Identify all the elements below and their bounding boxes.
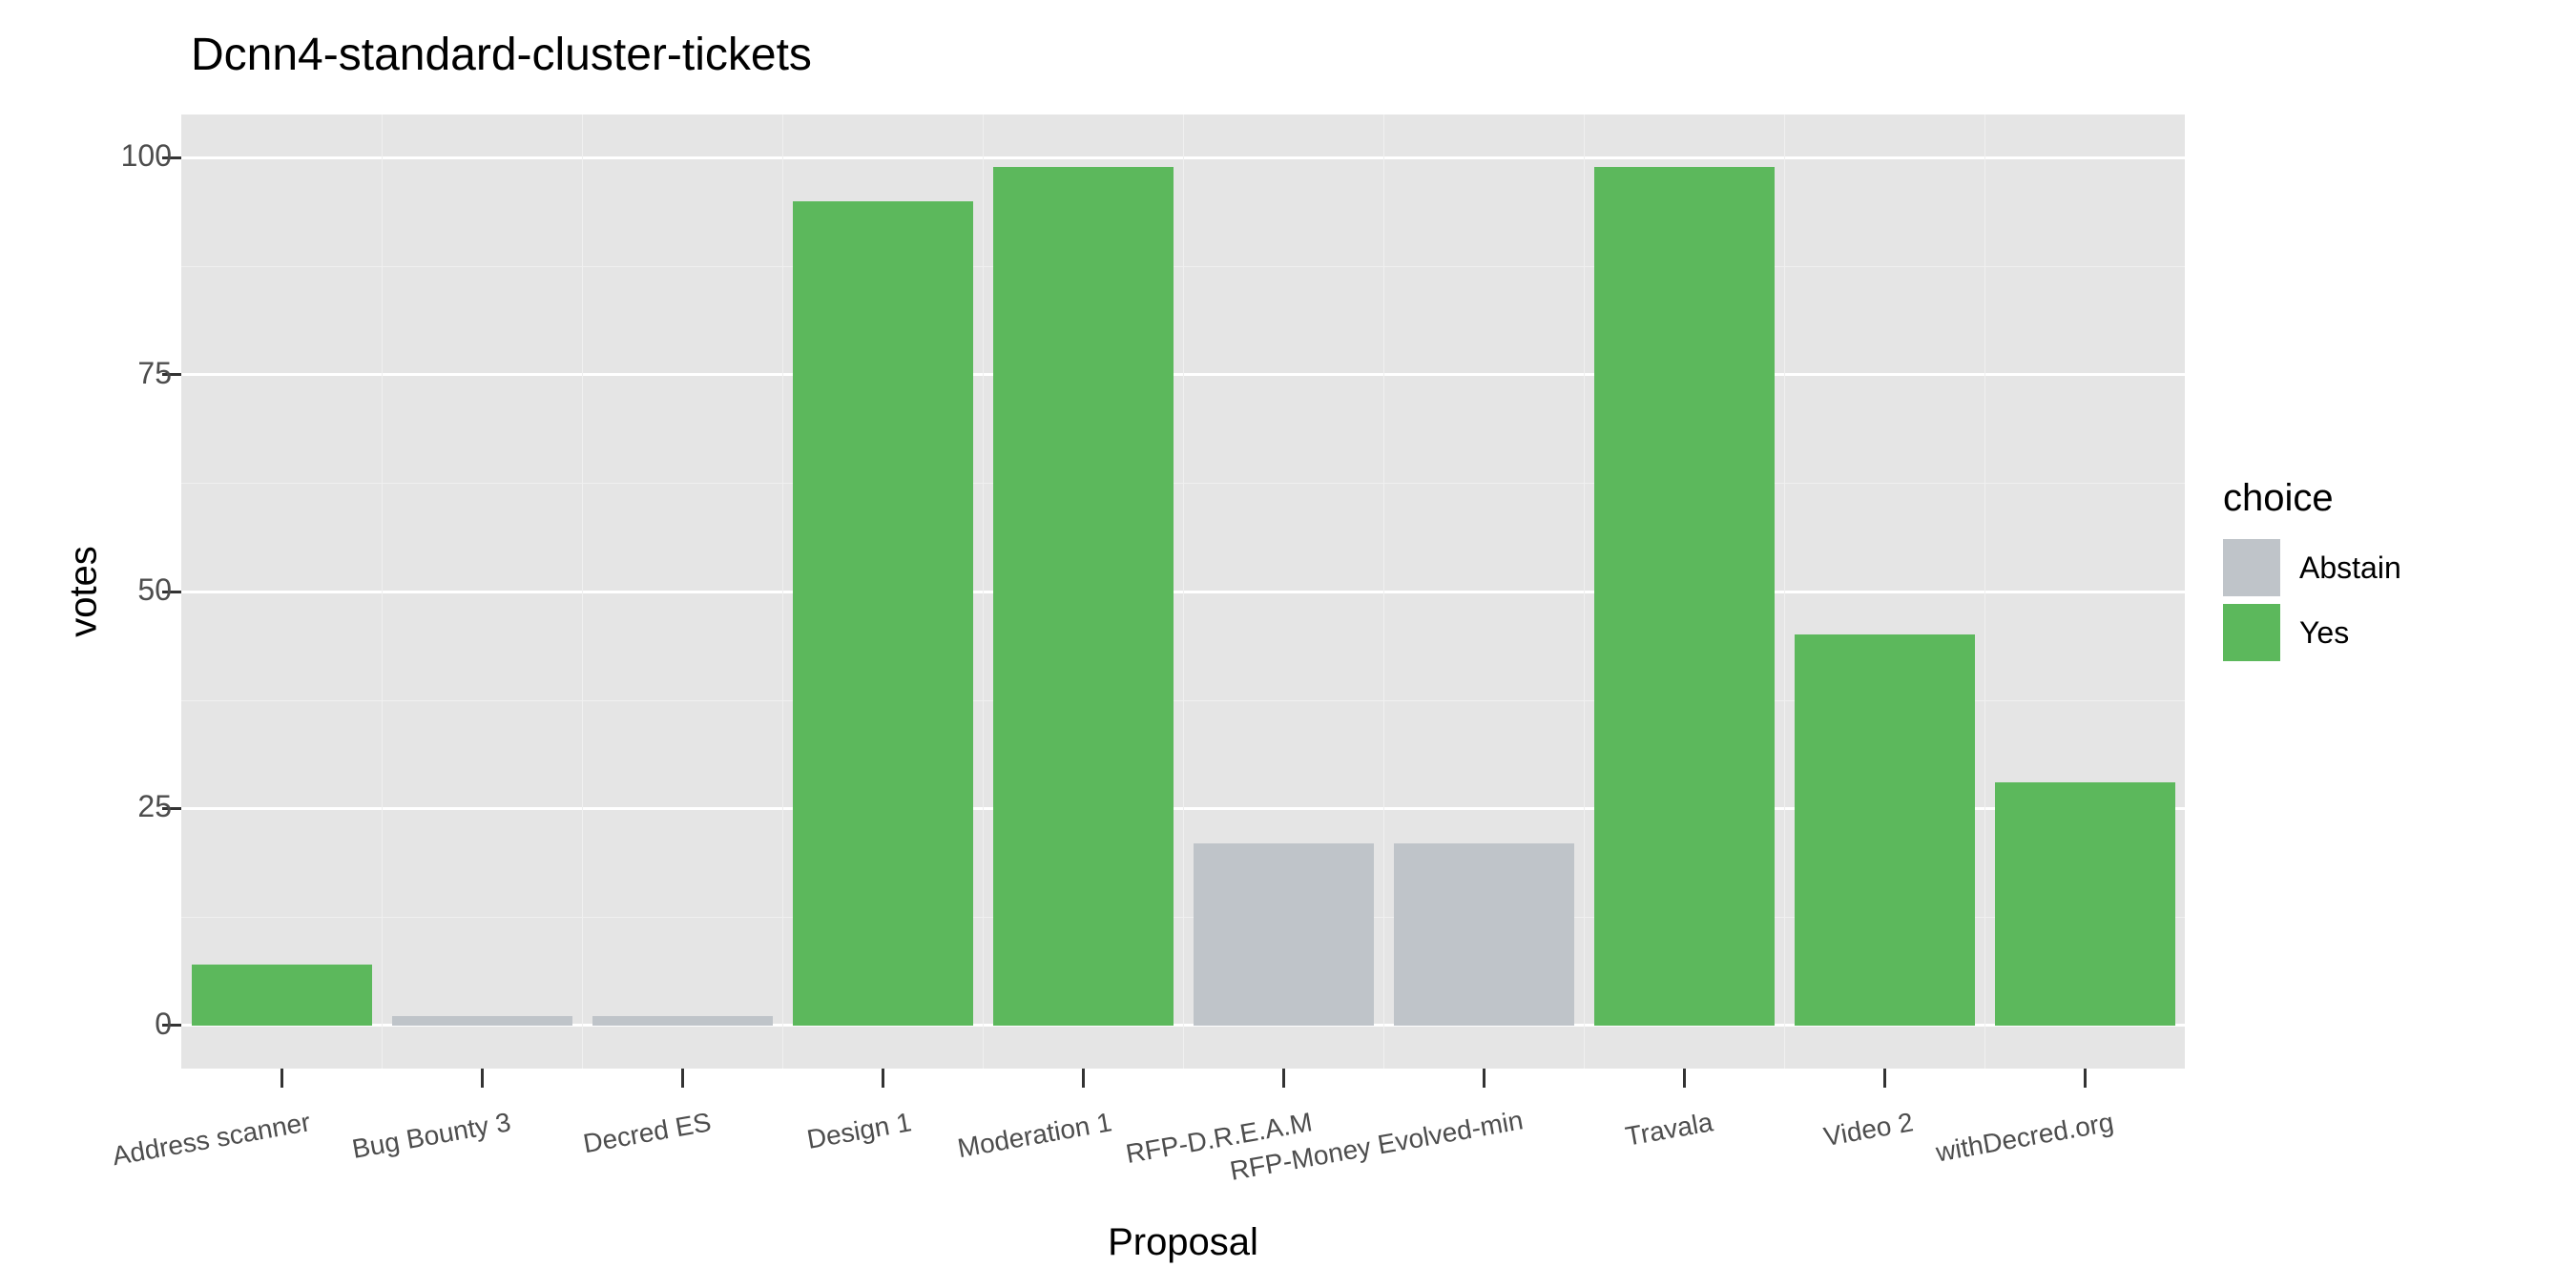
y-tick-label: 25 bbox=[76, 789, 172, 824]
bar bbox=[793, 201, 973, 1026]
bar bbox=[192, 965, 372, 1026]
legend-label-yes: Yes bbox=[2299, 615, 2349, 651]
x-tick-mark bbox=[1082, 1069, 1085, 1088]
legend-label-abstain: Abstain bbox=[2299, 551, 2401, 586]
y-tick-label: 100 bbox=[76, 138, 172, 174]
legend-item-yes: Yes bbox=[2223, 604, 2538, 661]
x-tick-mark bbox=[681, 1069, 684, 1088]
bar bbox=[392, 1016, 572, 1025]
x-tick-mark bbox=[1883, 1069, 1886, 1088]
bar bbox=[1995, 782, 2175, 1026]
gridline-v-minor bbox=[1984, 114, 1985, 1069]
chart-title: Dcnn4-standard-cluster-tickets bbox=[191, 29, 812, 81]
bar bbox=[993, 167, 1174, 1026]
gridline-v-minor bbox=[983, 114, 984, 1069]
x-axis-label: Proposal bbox=[181, 1221, 2185, 1264]
x-tick-mark bbox=[1683, 1069, 1686, 1088]
bar bbox=[1795, 634, 1975, 1025]
gridline-v-minor bbox=[582, 114, 583, 1069]
gridline-v-minor bbox=[1784, 114, 1785, 1069]
gridline-v-minor bbox=[382, 114, 383, 1069]
gridline-v-minor bbox=[1183, 114, 1184, 1069]
plot-area bbox=[181, 114, 2185, 1069]
x-tick-mark bbox=[1483, 1069, 1485, 1088]
legend-swatch-abstain bbox=[2223, 539, 2280, 596]
legend-title: choice bbox=[2223, 477, 2538, 520]
gridline-v-minor bbox=[1383, 114, 1384, 1069]
legend-swatch-yes bbox=[2223, 604, 2280, 661]
gridline-v-minor bbox=[782, 114, 783, 1069]
chart-container: Dcnn4-standard-cluster-tickets votes Pro… bbox=[0, 0, 2576, 1288]
x-tick-mark bbox=[1282, 1069, 1285, 1088]
y-tick-label: 50 bbox=[76, 572, 172, 608]
y-tick-label: 0 bbox=[76, 1007, 172, 1042]
bar bbox=[1194, 843, 1374, 1026]
x-tick-mark bbox=[2084, 1069, 2087, 1088]
bar bbox=[1394, 843, 1574, 1026]
bar bbox=[1594, 167, 1775, 1026]
legend: choice Abstain Yes bbox=[2223, 477, 2538, 669]
gridline-v-minor bbox=[1584, 114, 1585, 1069]
x-tick-mark bbox=[280, 1069, 283, 1088]
bar bbox=[592, 1016, 773, 1025]
legend-item-abstain: Abstain bbox=[2223, 539, 2538, 596]
y-tick-label: 75 bbox=[76, 356, 172, 391]
x-tick-mark bbox=[481, 1069, 484, 1088]
x-tick-mark bbox=[882, 1069, 884, 1088]
